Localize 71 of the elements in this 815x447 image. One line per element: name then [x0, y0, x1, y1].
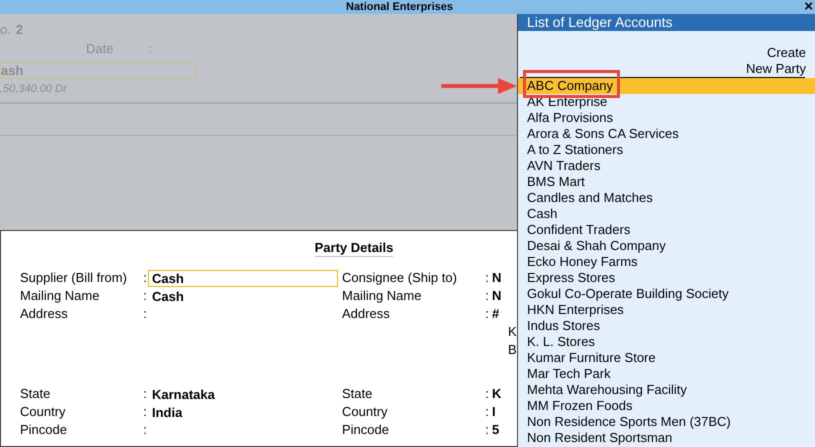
ledger-item[interactable]: Arora & Sons CA Services [518, 126, 815, 142]
ledger-item[interactable]: Express Stores [518, 270, 815, 286]
ledger-item[interactable]: MM Frozen Foods [518, 398, 815, 414]
ledger-item[interactable]: Non Residence Sports Men (37BC) [518, 414, 815, 430]
field-label: Supplier (Bill from) [19, 269, 128, 288]
field-value[interactable]: India [148, 404, 338, 420]
colon: : [484, 305, 490, 324]
ledger-item[interactable]: Gokul Co-Operate Building Society [518, 286, 815, 302]
ledger-item[interactable]: BMS Mart [518, 174, 815, 190]
colon: : [484, 287, 490, 306]
colon: : [142, 403, 148, 422]
colon: : [148, 40, 152, 58]
arrow-icon [440, 77, 517, 95]
list-title: List of Ledger Accounts [527, 14, 673, 31]
ledger-item[interactable]: Confident Traders [518, 222, 815, 238]
field-label: Address [342, 305, 391, 324]
ledger-item[interactable]: Kumar Furniture Store [518, 350, 815, 366]
colon: : [484, 403, 490, 422]
field-label: Pincode [19, 421, 68, 440]
account-field: ash [0, 62, 197, 79]
ledger-item[interactable]: HKN Enterprises [518, 302, 815, 318]
field-label: Pincode [342, 421, 390, 440]
ledger-item[interactable]: Ecko Honey Farms [518, 254, 815, 270]
field-value[interactable]: Cash [148, 270, 338, 286]
ledger-item[interactable]: Mar Tech Park [518, 366, 815, 382]
field-label: Consignee (Ship to) [342, 269, 458, 288]
ledger-item[interactable]: Indus Stores [518, 318, 815, 334]
colon: : [484, 269, 490, 288]
window-title: National Enterprises [346, 0, 453, 14]
field-label: State [19, 385, 52, 404]
colon: : [142, 305, 148, 324]
ledger-item[interactable]: Mehta Warehousing Facility [518, 382, 815, 398]
ledger-item[interactable]: A to Z Stationers [518, 142, 815, 158]
field-label: Country [342, 403, 389, 422]
colon: : [484, 421, 490, 440]
field-value: 5 [492, 421, 500, 440]
colon: : [142, 421, 148, 440]
ledger-item[interactable]: ABC Company [518, 78, 815, 94]
ledger-item[interactable]: AVN Traders [518, 158, 815, 174]
create-party-option[interactable]: Create [766, 45, 806, 61]
field-value: K [492, 385, 502, 404]
field-value: N [492, 269, 502, 288]
create-party-option[interactable]: New Party [746, 61, 806, 77]
field-value: I [492, 403, 496, 422]
date-label: Date [86, 40, 114, 58]
field-value: # [492, 305, 500, 324]
address-line: K [508, 323, 517, 342]
voucher-number-label: o. [0, 21, 11, 40]
voucher-number: 2 [16, 21, 24, 40]
field-value[interactable]: Karnataka [148, 386, 338, 402]
colon: : [142, 269, 148, 288]
field-label: State [342, 385, 374, 404]
ledger-item[interactable]: Non Resident Sportsman [518, 430, 815, 446]
ledger-item[interactable]: Desai & Shah Company [518, 238, 815, 254]
field-value[interactable]: Cash [148, 288, 338, 304]
close-button[interactable]: × [804, 0, 813, 14]
colon: : [142, 287, 148, 306]
ledger-item[interactable]: Candles and Matches [518, 190, 815, 206]
address-line: B [508, 341, 517, 360]
field-label: Address [19, 305, 69, 324]
panel-title: Party Details [314, 240, 394, 257]
colon: : [484, 385, 490, 404]
field-label: Country [19, 403, 67, 422]
field-label: Mailing Name [342, 287, 422, 306]
balance: ,50,340.00 Dr [0, 82, 67, 97]
field-label: Mailing Name [19, 287, 100, 306]
ledger-item[interactable]: Cash [518, 206, 815, 222]
ledger-item[interactable]: K. L. Stores [518, 334, 815, 350]
field-value: N [492, 287, 502, 306]
colon: : [142, 385, 148, 404]
ledger-item[interactable]: Alfa Provisions [518, 110, 815, 126]
